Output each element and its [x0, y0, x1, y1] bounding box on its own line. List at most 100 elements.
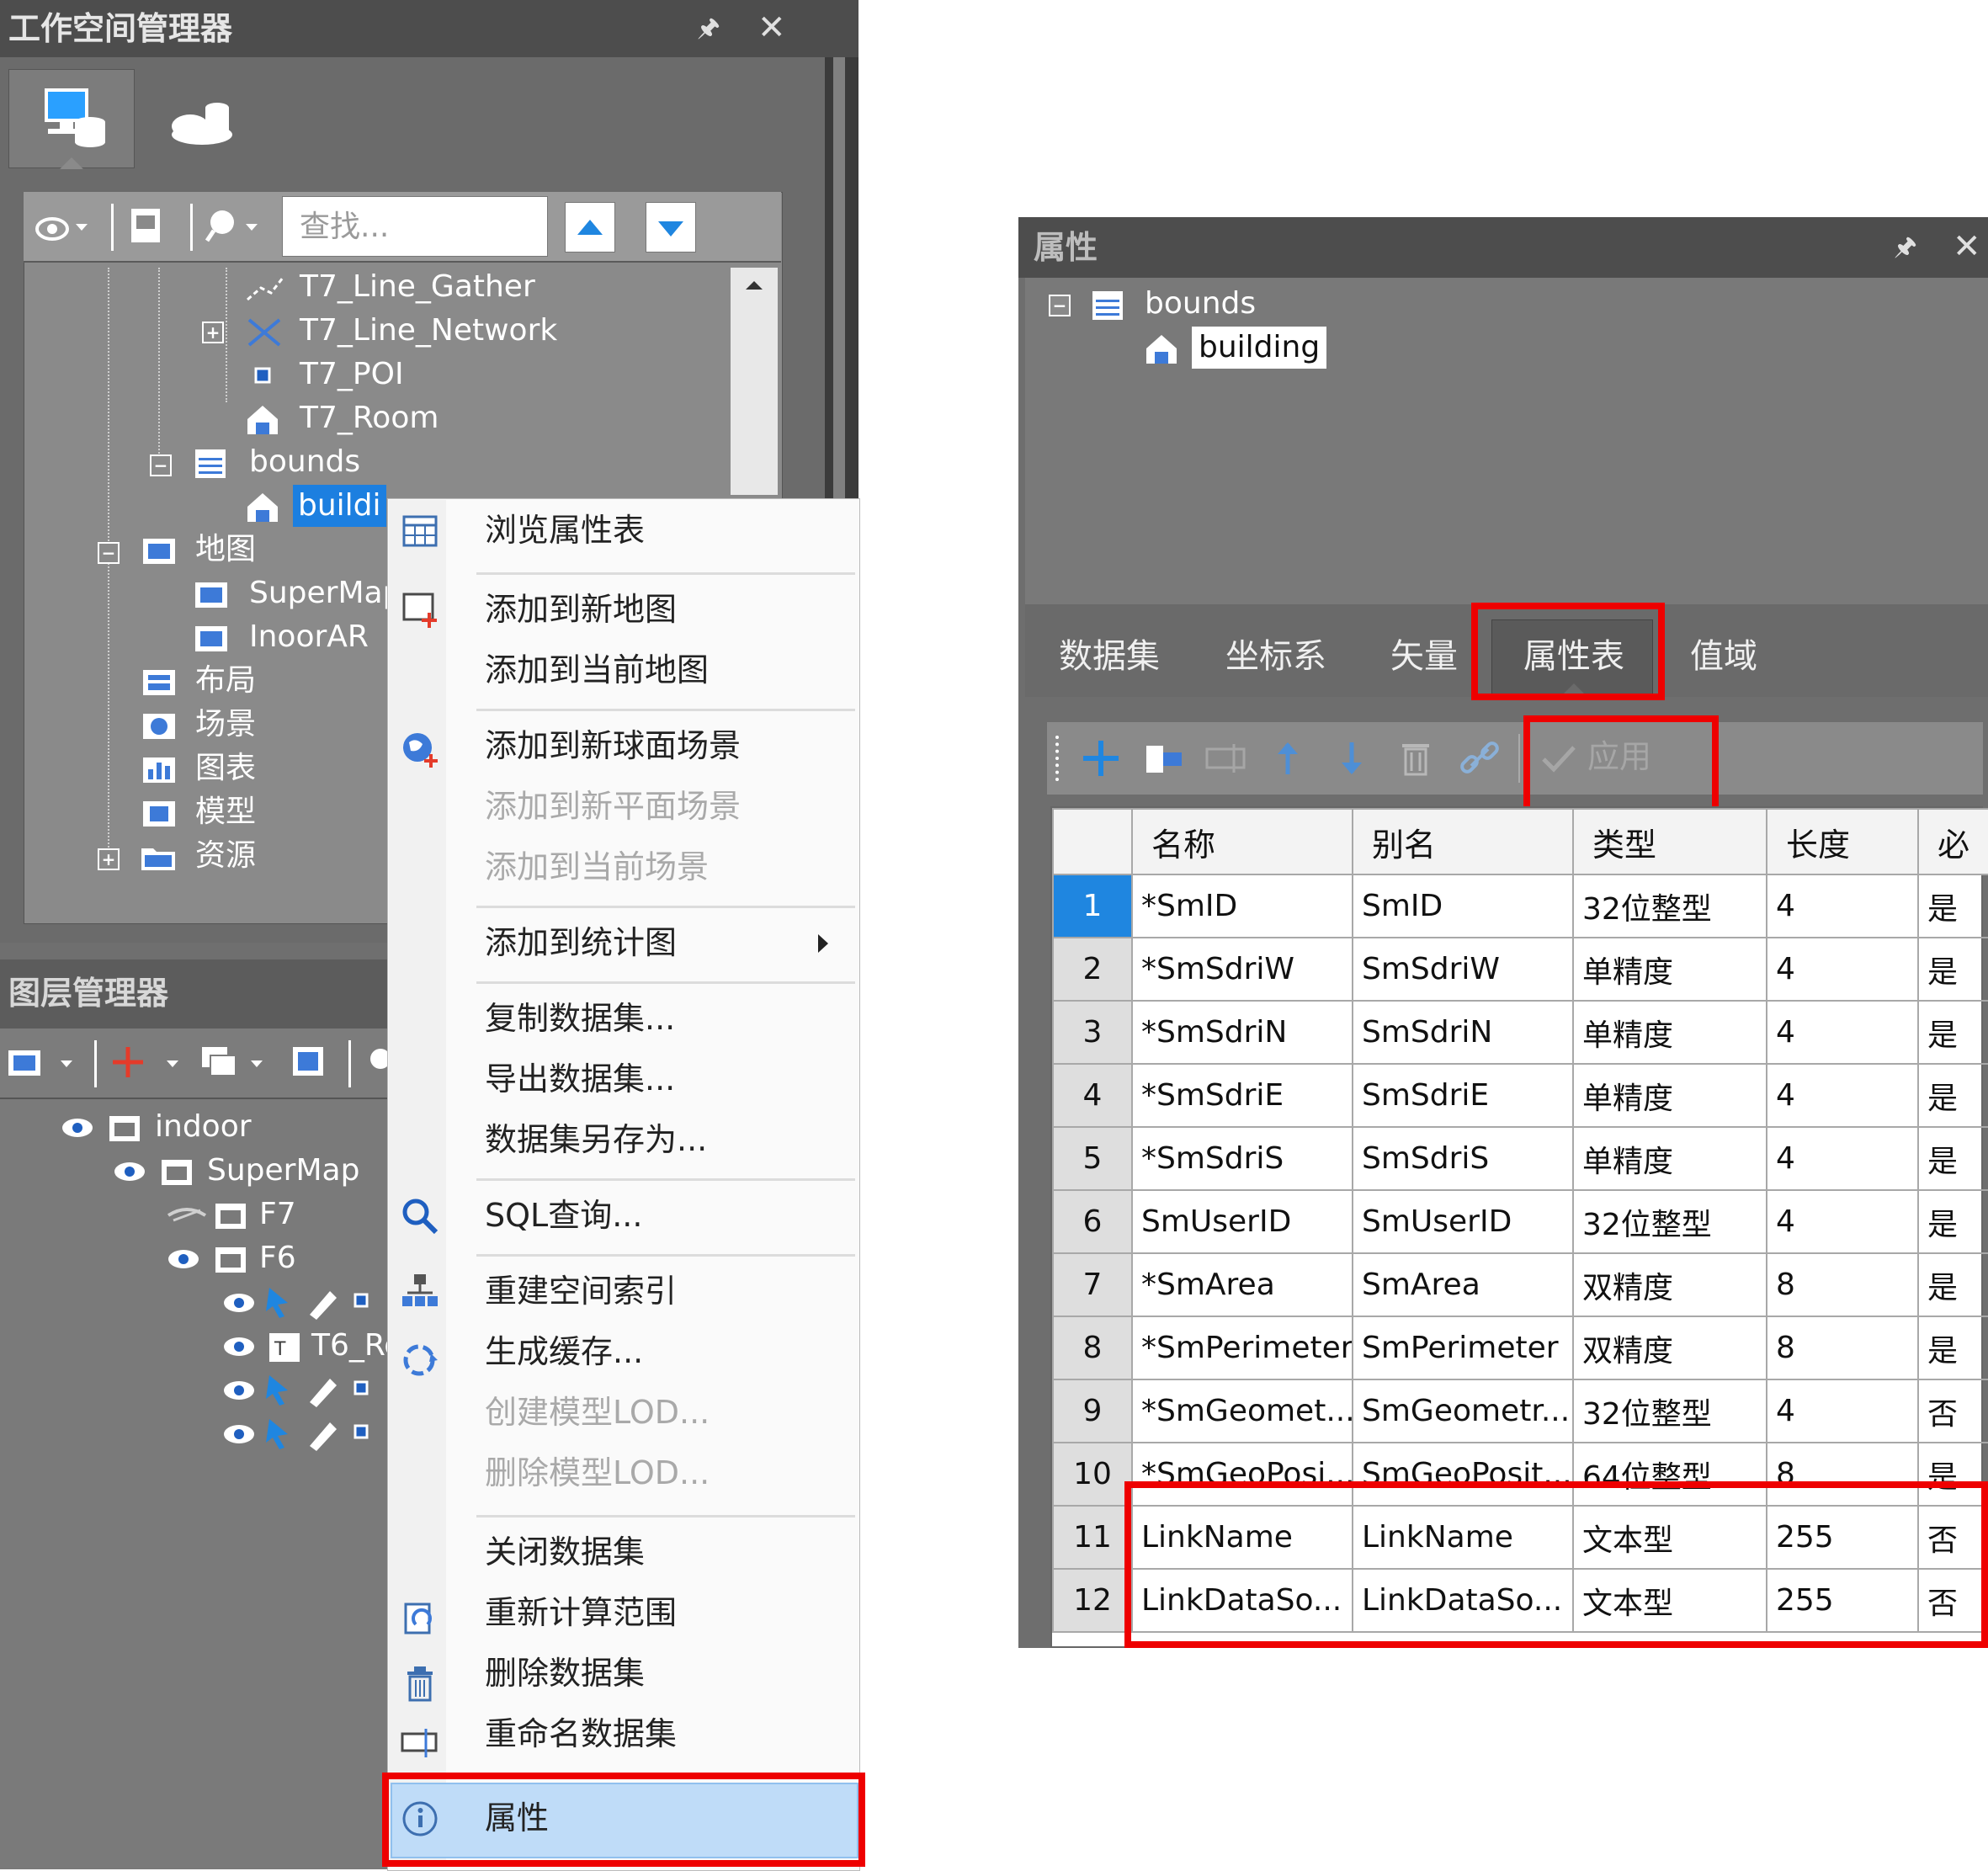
field-alias-cell[interactable]: SmSdriS — [1352, 1126, 1574, 1191]
collapse-icon[interactable]: − — [98, 542, 120, 564]
table-row[interactable]: 8 *SmPerimeter SmPerimeter 双精度 8 是 — [1052, 1316, 1988, 1380]
field-length-cell[interactable]: 4 — [1766, 1126, 1919, 1191]
table-row[interactable]: 7 *SmArea SmArea 双精度 8 是 — [1052, 1252, 1988, 1317]
snap-icon[interactable] — [348, 1288, 382, 1321]
add-layer-icon[interactable] — [5, 1040, 81, 1086]
field-name-cell[interactable]: SmUserID — [1131, 1189, 1353, 1254]
column-header-alias[interactable]: 别名 — [1352, 808, 1574, 875]
field-name-cell[interactable]: *SmGeomet... — [1131, 1379, 1353, 1443]
tab-coordinate-system[interactable]: 坐标系 — [1225, 614, 1326, 699]
visible-eye-icon[interactable] — [221, 1330, 258, 1363]
row-number-cell[interactable]: 4 — [1052, 1063, 1133, 1128]
field-type-cell[interactable]: 32位整型 — [1572, 1379, 1767, 1443]
visible-eye-icon[interactable] — [59, 1111, 96, 1145]
editable-pencil-icon[interactable] — [305, 1372, 342, 1409]
field-required-cell[interactable]: 是 — [1917, 874, 1988, 938]
search-input[interactable]: 查找... — [282, 196, 548, 257]
menu-item-rename-dataset[interactable]: 重命名数据集 — [485, 1704, 677, 1764]
tab-workspace[interactable] — [8, 69, 135, 169]
collapse-icon[interactable]: − — [1049, 295, 1071, 316]
field-required-cell[interactable]: 是 — [1917, 1252, 1988, 1317]
dataset-icon[interactable] — [126, 204, 167, 249]
table-row[interactable]: 4 *SmSdriE SmSdriE 单精度 4 是 — [1052, 1063, 1988, 1128]
field-length-cell[interactable]: 4 — [1766, 1063, 1919, 1128]
field-type-cell[interactable]: 单精度 — [1572, 1000, 1767, 1065]
layer-group-icon[interactable] — [199, 1040, 274, 1086]
field-required-cell[interactable]: 是 — [1917, 1063, 1988, 1128]
close-icon[interactable]: ✕ — [1953, 219, 1981, 274]
tree-scrollbar[interactable] — [731, 268, 778, 495]
field-length-cell[interactable]: 4 — [1766, 874, 1919, 938]
layer-item-row[interactable] — [221, 1369, 389, 1411]
menu-item-add-to-new-map[interactable]: 添加到新地图 — [485, 579, 677, 640]
snap-icon[interactable] — [348, 1375, 382, 1409]
row-number-cell[interactable]: 11 — [1052, 1505, 1133, 1570]
row-number-cell[interactable]: 6 — [1052, 1189, 1133, 1254]
tab-vector[interactable]: 矢量 — [1390, 614, 1458, 699]
insert-field-icon[interactable] — [1140, 734, 1187, 783]
tab-online[interactable] — [143, 69, 261, 167]
field-required-cell[interactable]: 是 — [1917, 937, 1988, 1002]
selectable-arrow-icon[interactable] — [263, 1372, 296, 1409]
menu-item-close-dataset[interactable]: 关闭数据集 — [485, 1522, 645, 1582]
selectable-arrow-icon[interactable] — [263, 1416, 296, 1453]
menu-item-copy-dataset[interactable]: 复制数据集... — [485, 988, 675, 1049]
table-row[interactable]: 5 *SmSdriS SmSdriS 单精度 4 是 — [1052, 1126, 1988, 1191]
field-length-cell[interactable]: 8 — [1766, 1252, 1919, 1317]
field-alias-cell[interactable]: SmArea — [1352, 1252, 1574, 1317]
table-row[interactable]: 9 *SmGeomet... SmGeometr... 32位整型 4 否 — [1052, 1379, 1988, 1443]
row-number-cell[interactable]: 9 — [1052, 1379, 1133, 1443]
field-required-cell[interactable]: 否 — [1917, 1379, 1988, 1443]
menu-item-save-dataset-as[interactable]: 数据集另存为... — [485, 1109, 707, 1170]
field-name-cell[interactable]: *SmSdriW — [1131, 937, 1353, 1002]
scroll-up-icon[interactable] — [731, 268, 778, 301]
row-number-cell[interactable]: 3 — [1052, 1000, 1133, 1065]
field-length-cell[interactable]: 4 — [1766, 1189, 1919, 1254]
row-number-cell[interactable]: 2 — [1052, 937, 1133, 1002]
menu-item-delete-dataset[interactable]: 删除数据集 — [485, 1643, 645, 1704]
layer-snapshot-icon[interactable] — [288, 1040, 330, 1086]
menu-item-generate-cache[interactable]: 生成缓存... — [485, 1321, 643, 1382]
collapse-icon[interactable]: − — [150, 454, 172, 476]
row-number-cell[interactable]: 1 — [1052, 874, 1133, 938]
visible-eye-icon[interactable] — [221, 1374, 258, 1407]
field-alias-cell[interactable]: SmUserID — [1352, 1189, 1574, 1254]
field-alias-cell[interactable]: SmSdriN — [1352, 1000, 1574, 1065]
hidden-eye-icon[interactable] — [165, 1199, 209, 1232]
view-options-icon[interactable] — [32, 204, 91, 249]
row-number-cell[interactable]: 10 — [1052, 1442, 1133, 1507]
plus-icon[interactable] — [108, 1040, 192, 1086]
find-next-button[interactable] — [646, 202, 696, 252]
add-field-icon[interactable] — [1077, 734, 1124, 783]
selectable-arrow-icon[interactable] — [263, 1284, 296, 1321]
field-alias-cell[interactable]: SmPerimeter — [1352, 1316, 1574, 1380]
menu-item-browse-attribute-table[interactable]: 浏览属性表 — [485, 500, 645, 561]
layer-item-row[interactable] — [221, 1412, 389, 1454]
column-header-required[interactable]: 必 — [1917, 808, 1988, 875]
column-header-type[interactable]: 类型 — [1572, 808, 1767, 875]
field-name-cell[interactable]: *SmID — [1131, 874, 1353, 938]
field-type-cell[interactable]: 32位整型 — [1572, 874, 1767, 938]
find-previous-button[interactable] — [565, 202, 615, 252]
field-type-cell[interactable]: 单精度 — [1572, 1126, 1767, 1191]
pin-icon[interactable]: 🖈 — [1894, 219, 1917, 276]
table-row[interactable]: 2 *SmSdriW SmSdriW 单精度 4 是 — [1052, 937, 1988, 1002]
field-alias-cell[interactable]: SmID — [1352, 874, 1574, 938]
snap-icon[interactable] — [348, 1419, 382, 1453]
field-type-cell[interactable]: 双精度 — [1572, 1316, 1767, 1380]
row-number-cell[interactable]: 5 — [1052, 1126, 1133, 1191]
expand-icon[interactable]: + — [202, 322, 224, 343]
row-number-cell[interactable]: 7 — [1052, 1252, 1133, 1317]
visible-eye-icon[interactable] — [111, 1155, 148, 1188]
field-required-cell[interactable]: 是 — [1917, 1316, 1988, 1380]
editable-pencil-icon[interactable] — [305, 1416, 342, 1453]
field-required-cell[interactable]: 是 — [1917, 1000, 1988, 1065]
table-row[interactable]: 6 SmUserID SmUserID 32位整型 4 是 — [1052, 1189, 1988, 1254]
close-icon[interactable]: ✕ — [757, 0, 786, 56]
editable-pencil-icon[interactable] — [305, 1284, 342, 1321]
field-length-cell[interactable]: 8 — [1766, 1316, 1919, 1380]
row-number-cell[interactable]: 8 — [1052, 1316, 1133, 1380]
field-name-cell[interactable]: *SmArea — [1131, 1252, 1353, 1317]
visible-eye-icon[interactable] — [221, 1286, 258, 1320]
field-length-cell[interactable]: 4 — [1766, 1000, 1919, 1065]
